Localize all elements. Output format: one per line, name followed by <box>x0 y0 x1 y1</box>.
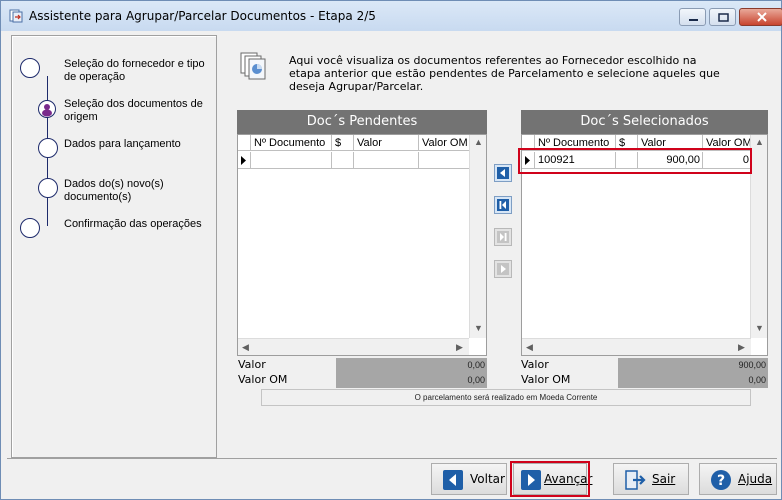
arrow-left-icon <box>497 167 509 179</box>
pendentes-horizontal-scrollbar[interactable]: ◀ ▶ <box>238 338 469 355</box>
info-text: Aqui você visualiza os documentos refere… <box>289 54 720 93</box>
step-2-indicator <box>38 100 56 118</box>
wizard-window: Assistente para Agrupar/Parcelar Documen… <box>0 0 782 500</box>
scroll-up-icon[interactable]: ▲ <box>474 137 483 147</box>
scroll-right-icon[interactable]: ▶ <box>738 342 745 353</box>
pendentes-grid[interactable]: Nº Documento $ Valor Valor OM ▲ ▼ ◀ ▶ <box>237 134 487 356</box>
pendentes-valor-om-label: Valor OM <box>238 373 288 386</box>
sair-label: Sair <box>652 472 676 486</box>
scroll-down-icon[interactable]: ▼ <box>474 323 483 333</box>
selecionados-vertical-scrollbar[interactable]: ▲ ▼ <box>750 135 767 338</box>
table-cell[interactable] <box>354 152 419 169</box>
pendentes-valor-total: 0,00 <box>336 358 487 373</box>
arrow-first-icon <box>497 199 509 211</box>
row-indicator-header <box>238 135 251 151</box>
currency-status: O parcelamento será realizado em Moeda C… <box>261 389 751 406</box>
sair-button[interactable]: Sair <box>613 463 689 495</box>
step-5-indicator <box>20 218 40 238</box>
scroll-up-icon[interactable]: ▲ <box>755 137 764 147</box>
close-icon <box>757 12 767 22</box>
exit-icon <box>625 470 646 490</box>
voltar-label: Voltar <box>470 472 505 486</box>
current-step-icon <box>42 104 52 117</box>
minimize-button[interactable] <box>679 8 706 26</box>
row-indicator <box>238 152 251 169</box>
arrow-right-icon <box>497 263 509 275</box>
maximize-button[interactable] <box>709 8 736 26</box>
move-left-button[interactable] <box>494 164 512 182</box>
col-valor[interactable]: Valor <box>354 135 419 151</box>
maximize-icon <box>718 13 729 22</box>
back-arrow-icon <box>443 470 463 490</box>
scroll-left-icon[interactable]: ◀ <box>242 342 249 353</box>
step-5-label: Confirmação das operações <box>64 218 202 230</box>
table-cell[interactable] <box>332 152 354 169</box>
scroll-right-icon[interactable]: ▶ <box>456 342 463 353</box>
table-cell[interactable] <box>251 152 332 169</box>
voltar-button[interactable]: Voltar <box>431 463 507 495</box>
ajuda-button[interactable]: ? Ajuda <box>699 463 777 495</box>
app-icon <box>9 9 23 23</box>
avancar-highlight <box>510 461 590 497</box>
move-right-button[interactable] <box>494 260 512 278</box>
minimize-icon <box>689 19 698 21</box>
scroll-left-icon[interactable]: ◀ <box>526 342 533 353</box>
pendentes-valor-label: Valor <box>238 358 266 371</box>
step-3-label: Dados para lançamento <box>64 138 181 150</box>
row-pointer-icon <box>241 156 246 165</box>
step-3-indicator <box>38 138 58 158</box>
step-1-indicator <box>20 58 40 78</box>
step-2-label: Seleção dos documentos de origem <box>64 98 203 123</box>
step-1-label: Seleção do fornecedor e tipo de operação <box>64 58 205 83</box>
selecionados-valor-om-total: 0,00 <box>618 373 768 388</box>
pendentes-header: Doc´s Pendentes <box>237 110 487 134</box>
ajuda-label: Ajuda <box>738 472 773 486</box>
selecionados-valor-om-label: Valor OM <box>521 373 571 386</box>
svg-text:?: ? <box>717 473 725 489</box>
selecionados-header: Doc´s Selecionados <box>521 110 768 134</box>
close-button[interactable] <box>739 8 782 26</box>
window-title: Assistente para Agrupar/Parcelar Documen… <box>29 9 376 23</box>
selecionados-horizontal-scrollbar[interactable]: ◀ ▶ <box>522 338 751 355</box>
col-documento[interactable]: Nº Documento <box>251 135 332 151</box>
step-4-indicator <box>38 178 58 198</box>
col-moeda[interactable]: $ <box>332 135 354 151</box>
col-valor-om[interactable]: Valor OM <box>419 135 470 151</box>
step-4-label: Dados do(s) novo(s) documento(s) <box>64 178 164 203</box>
documents-icon <box>240 52 266 80</box>
move-all-right-button[interactable] <box>494 228 512 246</box>
arrow-last-icon <box>497 231 509 243</box>
steps-panel: Seleção do fornecedor e tipo de operação… <box>11 35 217 458</box>
scroll-down-icon[interactable]: ▼ <box>755 323 764 333</box>
move-all-left-button[interactable] <box>494 196 512 214</box>
title-bar: Assistente para Agrupar/Parcelar Documen… <box>1 1 782 31</box>
help-icon: ? <box>711 470 731 490</box>
selected-row-highlight <box>518 148 752 174</box>
selecionados-valor-total: 900,00 <box>618 358 768 373</box>
selecionados-valor-label: Valor <box>521 358 549 371</box>
pendentes-valor-om-total: 0,00 <box>336 373 487 388</box>
table-cell[interactable] <box>419 152 470 169</box>
pendentes-vertical-scrollbar[interactable]: ▲ ▼ <box>469 135 486 338</box>
